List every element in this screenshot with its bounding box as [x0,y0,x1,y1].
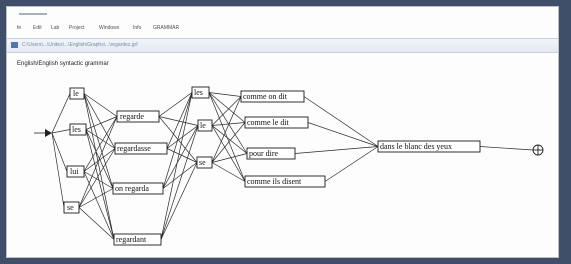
graph-edge [294,146,379,154]
graph-node-se[interactable]: se [63,201,80,214]
graph-node-on-regarda[interactable]: on regarda [112,182,164,195]
graph-edge [160,162,198,240]
graph-edge [479,146,534,151]
graph-node-se-2[interactable]: se [196,156,213,169]
graph-edge [51,93,71,134]
final-state-icon [532,144,544,156]
graph-edge [166,92,193,149]
graph-node-comme-le-dit[interactable]: comme le dit [244,116,309,129]
graph-node-comme-on-dit[interactable]: comme on dit [240,90,305,103]
graph-edge [158,116,199,126]
graph-node-regardant[interactable]: regardant [113,233,162,246]
initial-state-arrow [34,129,52,137]
graph-node-les-2[interactable]: les [191,86,210,99]
graph-node-le[interactable]: le [69,87,85,100]
graph-edge [211,125,248,154]
graph-edge [324,146,379,182]
graph-edge [51,132,65,208]
graph-edge [211,162,246,182]
grammar-graph: le les lui se regarde regardasse on rega… [34,86,544,246]
svg-text:comme ils disent: comme ils disent [247,177,302,186]
graph-node-comme-ils-disent[interactable]: comme ils disent [244,175,326,188]
graph-edge [303,96,379,147]
svg-text:se: se [199,158,206,167]
graph-node-lui[interactable]: lui [66,165,85,178]
graph-edge [158,92,193,117]
graph-edge [211,96,242,163]
graph-node-regarde[interactable]: regarde [116,110,160,123]
graph-edge [83,93,118,117]
graph-node-regardasse[interactable]: regardasse [114,142,168,155]
graph-node-dans-le-blanc-des-yeux[interactable]: dans le blanc des yeux [377,140,481,153]
svg-text:comme le dit: comme le dit [247,118,290,127]
graph-edge [83,93,115,240]
graph-edge [160,92,193,240]
graph-edge [162,92,193,189]
svg-text:pour dire: pour dire [249,149,279,158]
graph-node-le-2[interactable]: le [197,119,213,132]
graph-edge [51,132,68,172]
svg-text:regarde: regarde [120,112,144,121]
graph-edge [208,92,246,182]
graph-node-les[interactable]: les [69,123,87,136]
svg-text:regardasse: regardasse [117,144,151,153]
svg-text:on regarda: on regarda [115,184,149,193]
svg-text:les: les [194,88,203,97]
graph-edge [78,188,114,208]
graph-edge [162,162,198,189]
svg-text:regardant: regardant [116,235,147,244]
svg-text:dans le blanc des yeux: dans le blanc des yeux [380,142,452,151]
svg-text:le: le [200,121,206,130]
graph-node-pour-dire[interactable]: pour dire [246,147,296,160]
svg-text:les: les [72,125,81,134]
svg-text:le: le [73,89,79,98]
graph-edge [208,92,242,97]
graph-edge [307,122,379,147]
svg-text:se: se [67,203,74,212]
svg-text:lui: lui [70,167,79,176]
graph-edge [51,129,71,134]
graph-edge [211,125,246,182]
svg-text:comme on dit: comme on dit [243,92,288,101]
graph-edge [208,92,246,123]
graph-edge [83,116,118,172]
